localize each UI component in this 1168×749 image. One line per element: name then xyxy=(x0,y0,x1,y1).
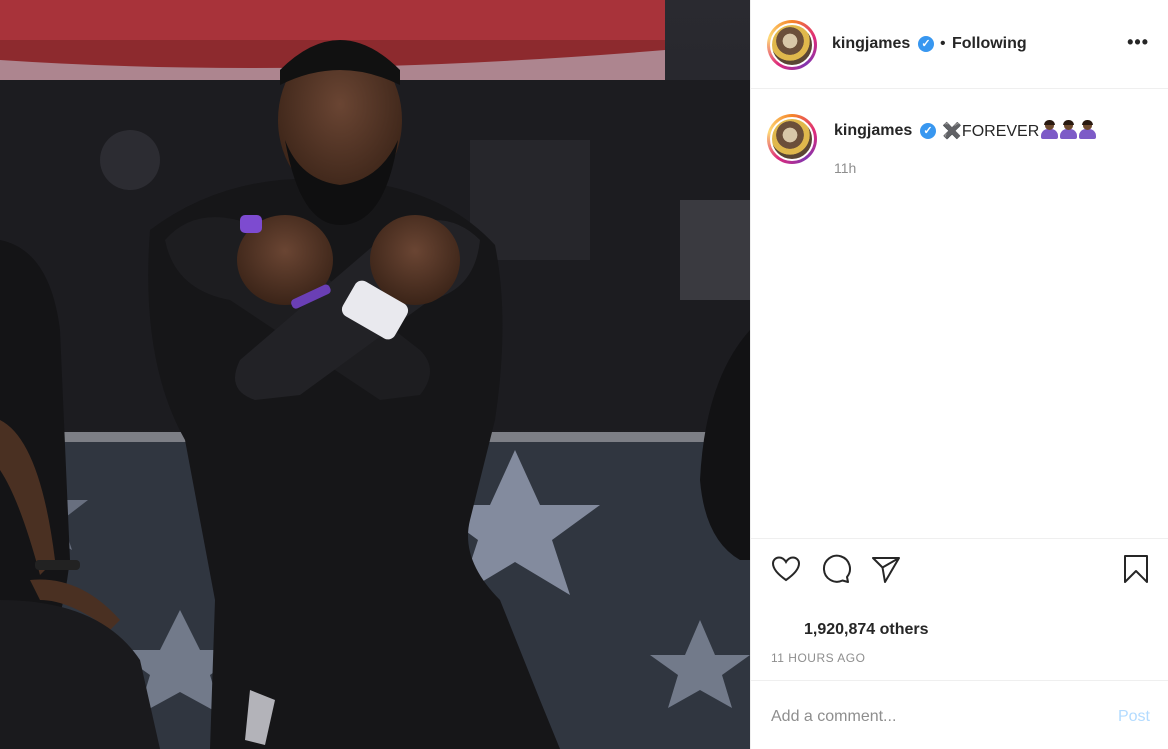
caption-time[interactable]: 11h xyxy=(834,160,856,176)
photo-illustration xyxy=(0,0,750,749)
caption-username-link[interactable]: kingjames xyxy=(834,122,912,140)
share-paper-plane-icon[interactable] xyxy=(870,553,902,585)
likes-count[interactable]: 1,920,874 others xyxy=(804,621,929,639)
avatar[interactable] xyxy=(767,20,817,70)
caption-text: ✖️FOREVER xyxy=(942,120,1097,144)
comment-bar: Post xyxy=(751,680,1168,749)
username-link[interactable]: kingjames xyxy=(832,35,910,53)
person-gesturing-no-icon xyxy=(1059,120,1078,139)
emoji-group xyxy=(1039,120,1097,144)
more-options-icon[interactable]: ••• xyxy=(1127,32,1149,53)
verified-badge-icon: ✓ xyxy=(920,123,936,139)
action-section: 1,920,874 others 11 HOURS AGO Post xyxy=(751,538,1168,749)
save-bookmark-icon[interactable] xyxy=(1120,553,1152,585)
comment-icon[interactable] xyxy=(820,553,852,585)
following-button[interactable]: Following xyxy=(952,35,1027,53)
comment-input[interactable] xyxy=(771,705,1071,729)
person-gesturing-no-icon xyxy=(1078,120,1097,139)
caption-text-content: ✖️FOREVER xyxy=(942,123,1040,140)
separator-dot: • xyxy=(940,35,946,52)
person-gesturing-no-icon xyxy=(1040,120,1059,139)
verified-badge-icon: ✓ xyxy=(918,36,934,52)
post-header: kingjames ✓ • Following ••• xyxy=(751,0,1168,89)
like-heart-icon[interactable] xyxy=(770,553,802,585)
post-photo[interactable] xyxy=(0,0,750,749)
post-details-panel: kingjames ✓ • Following ••• kingjames ✓ … xyxy=(750,0,1168,749)
post-comment-button[interactable]: Post xyxy=(1118,708,1150,726)
post-timestamp[interactable]: 11 HOURS AGO xyxy=(771,651,865,665)
caption-avatar[interactable] xyxy=(767,114,817,164)
